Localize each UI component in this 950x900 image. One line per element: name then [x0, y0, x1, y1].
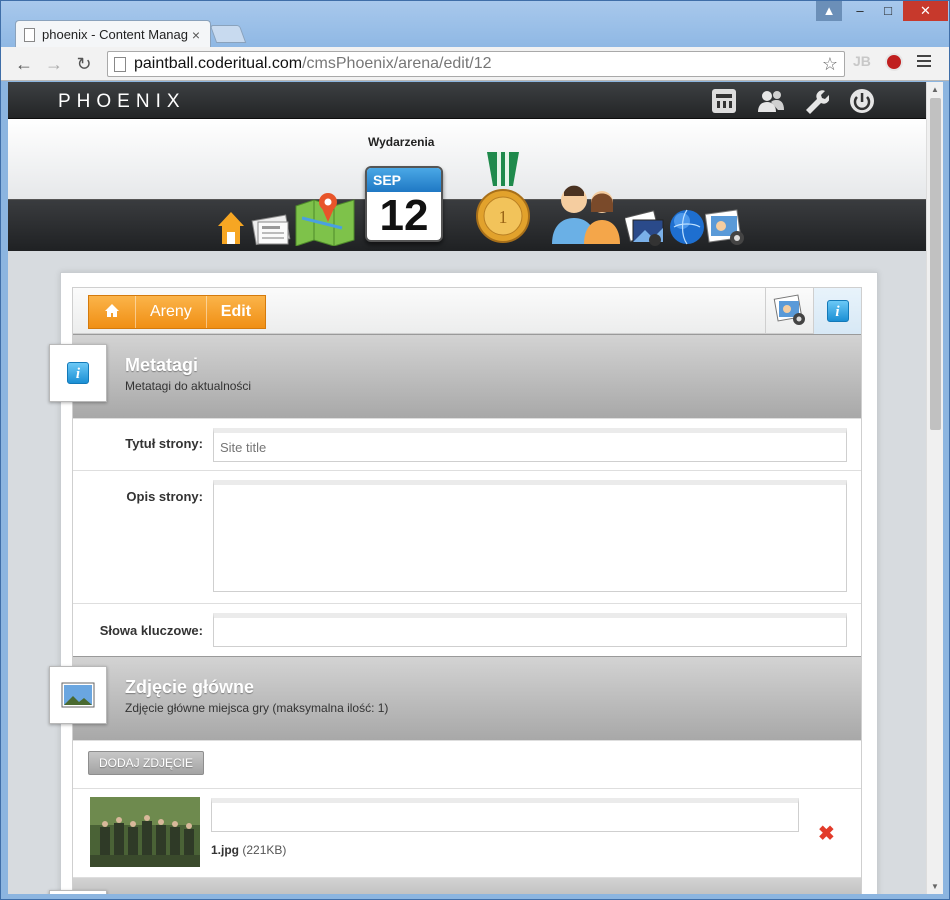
keywords-input[interactable] [213, 613, 847, 647]
bookmark-star-icon[interactable]: ☆ [822, 54, 838, 75]
description-label: Opis strony: [126, 489, 203, 504]
news-module-icon[interactable] [250, 212, 292, 249]
section-header-meta: Metatagi Metatagi do aktualności [73, 334, 861, 418]
title-bar: phoenix - Content Manag × ▲ – □ ✕ [1, 1, 949, 48]
section-title-meta: Metatagi [125, 355, 199, 375]
users-module-icon[interactable] [550, 182, 624, 249]
scrollbar-thumb[interactable] [930, 98, 941, 430]
wrench-icon[interactable] [803, 88, 830, 114]
section-subtitle-photo: Zdjęcie główne miejsca gry (maksymalna i… [125, 701, 389, 715]
photo-settings-icon [773, 294, 805, 325]
reload-icon[interactable]: ↻ [73, 53, 95, 75]
photo-item-row: 1.jpg (221KB) ✖ [73, 788, 861, 877]
browser-tab[interactable]: phoenix - Content Manag × [15, 20, 211, 48]
photo-settings-module-icon[interactable] [704, 208, 747, 251]
events-calendar-icon[interactable]: SEP 12 [365, 166, 443, 242]
maximize-button[interactable]: □ [875, 1, 901, 21]
form-row-description: Opis strony: [73, 470, 861, 603]
user-icon[interactable]: ▲ [816, 1, 842, 21]
breadcrumb: Areny Edit [88, 295, 267, 329]
medal-module-icon[interactable]: 1 [475, 152, 531, 250]
url-path: /cmsPhoenix/arena/edit/12 [302, 55, 492, 72]
form-row-title: Tytuł strony: [73, 418, 861, 470]
section-subtitle-meta: Metatagi do aktualności [125, 379, 252, 393]
browser-toolbar: ← → ↻ paintball.coderitual.com /cmsPhoen… [1, 47, 949, 81]
power-icon[interactable] [849, 88, 875, 114]
photo-file-info: 1.jpg (221KB) [211, 843, 286, 857]
url-host: paintball.coderitual.com [134, 55, 303, 72]
calendar-month: SEP [367, 168, 441, 192]
image-icon [61, 682, 95, 708]
globe-module-icon[interactable] [668, 207, 706, 250]
close-window-button[interactable]: ✕ [903, 1, 948, 21]
breadcrumb-bar: Areny Edit i [73, 288, 861, 334]
app-topbar: PHOENIX [8, 82, 926, 119]
keywords-label: Słowa kluczowe: [99, 623, 203, 638]
edit-form-container: Areny Edit i Metatagi Metatagi do aktual… [72, 287, 862, 894]
scroll-down-icon[interactable]: ▼ [931, 882, 939, 891]
page-icon [24, 27, 35, 42]
form-row-keywords: Słowa kluczowe: [73, 603, 861, 657]
section-badge-meta: i [49, 344, 107, 402]
tab-info[interactable]: i [813, 288, 861, 334]
users-icon[interactable] [757, 88, 784, 114]
medal-number: 1 [499, 207, 508, 227]
breadcrumb-item-areny[interactable]: Areny [135, 296, 206, 328]
map-module-icon[interactable] [294, 188, 358, 249]
tab-title: phoenix - Content Manag [42, 27, 188, 42]
extension-jb-icon[interactable]: JB [853, 53, 871, 69]
next-section-header [73, 877, 861, 894]
page-title-input[interactable] [213, 428, 847, 462]
photo-actions-row: DODAJ ZDJĘCIE [73, 740, 861, 788]
delete-photo-icon[interactable]: ✖ [818, 821, 835, 846]
browser-menu-icon[interactable] [917, 55, 931, 69]
breadcrumb-home[interactable] [89, 296, 135, 328]
sitemap-icon[interactable] [711, 88, 737, 114]
breadcrumb-item-edit: Edit [205, 296, 265, 328]
calendar-day: 12 [379, 191, 429, 240]
page-icon [114, 56, 126, 72]
module-dock [8, 199, 926, 251]
home-icon [105, 304, 119, 317]
page-description-textarea[interactable] [213, 480, 847, 592]
scroll-up-icon[interactable]: ▲ [931, 85, 939, 94]
section-header-photo: Zdjęcie główne Zdjęcie główne miejsca gr… [73, 656, 861, 740]
home-module-icon[interactable] [216, 210, 246, 249]
section-title-photo: Zdjęcie główne [125, 677, 255, 697]
photo-caption-input[interactable] [211, 798, 799, 832]
title-label: Tytuł strony: [125, 436, 203, 451]
active-module-label: Wydarzenia [368, 135, 435, 149]
photo-thumbnail[interactable] [90, 797, 200, 867]
forward-arrow-icon[interactable]: → [43, 53, 65, 75]
module-band [8, 119, 926, 199]
section-badge-photo [49, 666, 107, 724]
page-scrollbar[interactable]: ▲ ▼ [926, 82, 943, 894]
minimize-button[interactable]: – [847, 1, 873, 21]
back-arrow-icon[interactable]: ← [13, 53, 35, 75]
app-logo[interactable]: PHOENIX [58, 91, 186, 113]
info-icon: i [67, 362, 89, 384]
section-badge-next [49, 890, 107, 894]
page-viewport: PHOENIX Wydarzenia SEP 12 1 Areny Edit i… [8, 82, 926, 894]
tab-photo-settings[interactable] [765, 288, 813, 334]
add-photo-button[interactable]: DODAJ ZDJĘCIE [88, 751, 205, 775]
photo-file-name: 1.jpg [211, 843, 240, 857]
address-bar[interactable]: paintball.coderitual.com /cmsPhoenix/are… [107, 51, 845, 77]
info-icon: i [826, 300, 849, 322]
browser-window: phoenix - Content Manag × ▲ – □ ✕ ← → ↻ … [0, 0, 950, 900]
new-tab-button[interactable] [209, 25, 247, 43]
extension-shield-icon[interactable] [885, 53, 903, 71]
photo-file-size: (221KB) [242, 843, 287, 857]
close-tab-icon[interactable]: × [190, 27, 202, 43]
gallery-module-icon[interactable] [623, 208, 667, 251]
